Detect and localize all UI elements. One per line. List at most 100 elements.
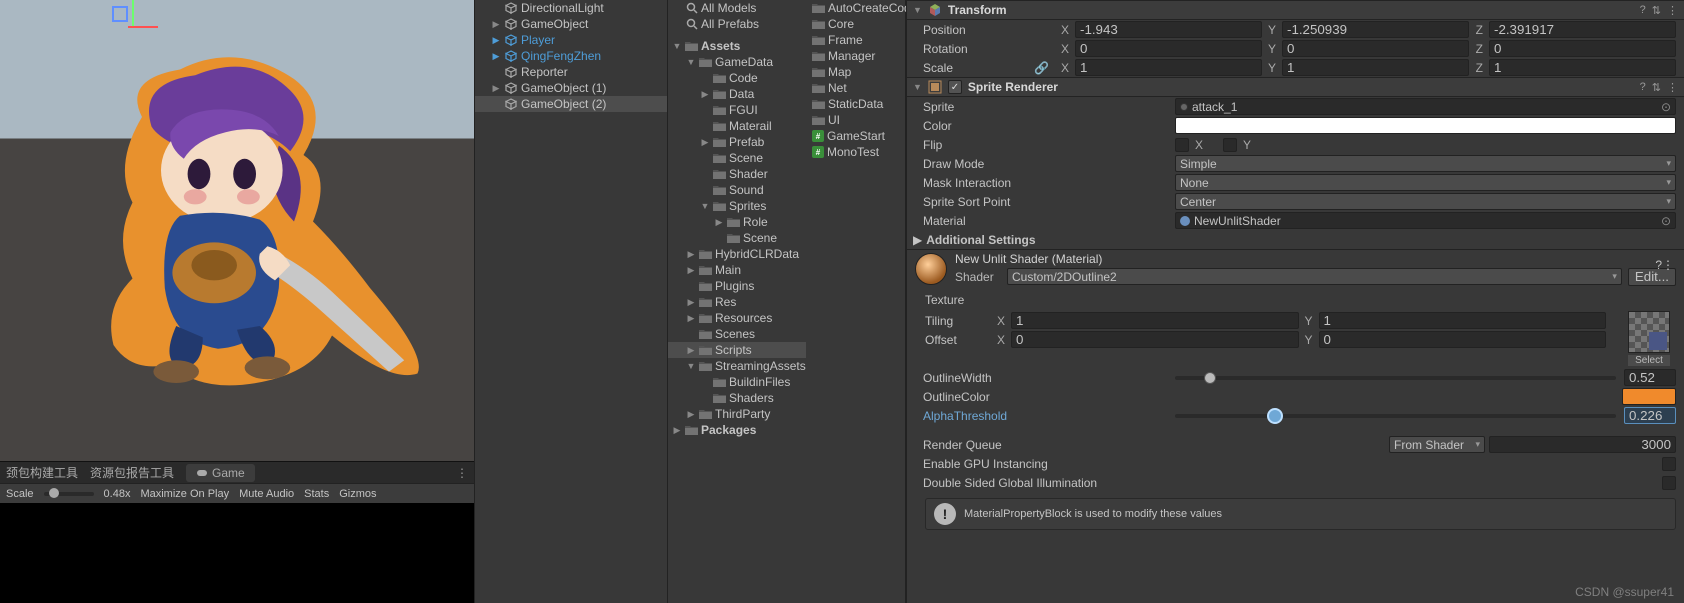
gizmos-toggle[interactable]: Gizmos bbox=[339, 488, 376, 500]
foldout-icon[interactable]: ▼ bbox=[672, 41, 682, 51]
foldout-icon[interactable]: ▶ bbox=[686, 313, 696, 324]
object-picker-icon[interactable]: ⊙ bbox=[1661, 214, 1671, 228]
project-tree-item[interactable]: ▶Main bbox=[668, 262, 806, 278]
object-picker-icon[interactable]: ⊙ bbox=[1661, 100, 1671, 114]
project-item[interactable]: Frame bbox=[806, 32, 905, 48]
sprite-field[interactable]: attack_1⊙ bbox=[1175, 98, 1676, 115]
tab-build-tool[interactable]: 颈包构建工具 bbox=[6, 464, 78, 481]
scale-z-input[interactable] bbox=[1489, 59, 1676, 76]
foldout-icon[interactable]: ▶ bbox=[686, 265, 696, 276]
preset-icon[interactable]: ⇅ bbox=[1652, 4, 1661, 17]
game-render-area[interactable] bbox=[0, 503, 474, 603]
rotation-x-input[interactable] bbox=[1075, 40, 1262, 57]
outline-width-input[interactable] bbox=[1624, 369, 1676, 386]
scale-y-input[interactable] bbox=[1282, 59, 1469, 76]
foldout-icon[interactable]: ▶ bbox=[913, 233, 922, 247]
project-item[interactable]: Manager bbox=[806, 48, 905, 64]
preset-icon[interactable]: ⇅ bbox=[1652, 81, 1661, 94]
project-tree-item[interactable]: Shader bbox=[668, 166, 806, 182]
foldout-icon[interactable]: ▼ bbox=[913, 5, 922, 15]
tab-menu-icon[interactable]: ⋮ bbox=[456, 466, 468, 480]
color-field[interactable]: ✎ bbox=[1175, 117, 1676, 134]
tiling-y-input[interactable] bbox=[1319, 312, 1607, 329]
tab-game[interactable]: Game bbox=[186, 464, 255, 482]
project-filter-item[interactable]: All Models bbox=[668, 0, 806, 16]
render-queue-input[interactable] bbox=[1489, 436, 1676, 453]
alpha-threshold-input[interactable] bbox=[1624, 407, 1676, 424]
material-field[interactable]: NewUnlitShader⊙ bbox=[1175, 212, 1676, 229]
menu-icon[interactable]: ⋮ bbox=[1667, 4, 1678, 17]
project-tree-item[interactable]: Scenes bbox=[668, 326, 806, 342]
foldout-icon[interactable]: ▶ bbox=[672, 425, 682, 436]
flip-x-checkbox[interactable] bbox=[1175, 138, 1189, 152]
project-item[interactable]: #MonoTest bbox=[806, 144, 905, 160]
help-icon[interactable]: ? bbox=[1640, 4, 1646, 17]
tiling-x-input[interactable] bbox=[1011, 312, 1299, 329]
project-tree-item[interactable]: ▶Role bbox=[668, 214, 806, 230]
sprite-renderer-header[interactable]: ▼ ✓ Sprite Renderer ?⇅⋮ bbox=[907, 77, 1684, 97]
project-root-assets[interactable]: ▼ Assets bbox=[668, 38, 806, 54]
position-y-input[interactable] bbox=[1282, 21, 1469, 38]
component-enabled-checkbox[interactable]: ✓ bbox=[948, 80, 962, 94]
project-tree-item[interactable]: ▶Resources bbox=[668, 310, 806, 326]
foldout-icon[interactable]: ▶ bbox=[714, 217, 724, 228]
foldout-icon[interactable]: ▶ bbox=[686, 297, 696, 308]
scene-viewport[interactable] bbox=[0, 0, 474, 461]
foldout-icon[interactable]: ▶ bbox=[700, 137, 710, 148]
help-icon[interactable]: ? bbox=[1640, 81, 1646, 94]
project-tree-item[interactable]: ▶Prefab bbox=[668, 134, 806, 150]
project-tree-item[interactable]: ▶HybridCLRData bbox=[668, 246, 806, 262]
offset-x-input[interactable] bbox=[1011, 331, 1299, 348]
help-icon[interactable]: ? bbox=[1655, 258, 1662, 272]
maximize-toggle[interactable]: Maximize On Play bbox=[140, 488, 229, 500]
project-tree-item[interactable]: ▶Scripts bbox=[668, 342, 806, 358]
texture-select-button[interactable]: Select bbox=[1628, 355, 1670, 366]
project-item[interactable]: #GameStart bbox=[806, 128, 905, 144]
project-packages[interactable]: ▶ Packages bbox=[668, 422, 806, 438]
project-tree-item[interactable]: ▶ThirdParty bbox=[668, 406, 806, 422]
project-tree-item[interactable]: Materail bbox=[668, 118, 806, 134]
project-item[interactable]: AutoCreateCode bbox=[806, 0, 905, 16]
draw-mode-dropdown[interactable]: Simple▾ bbox=[1175, 155, 1676, 172]
stats-toggle[interactable]: Stats bbox=[304, 488, 329, 500]
outline-width-slider[interactable] bbox=[1175, 376, 1616, 380]
foldout-icon[interactable]: ▶ bbox=[700, 89, 710, 100]
foldout-icon[interactable]: ▼ bbox=[700, 201, 710, 211]
dsgi-checkbox[interactable] bbox=[1662, 476, 1676, 490]
sort-point-dropdown[interactable]: Center▾ bbox=[1175, 193, 1676, 210]
foldout-icon[interactable]: ▶ bbox=[686, 409, 696, 420]
project-tree-item[interactable]: Scene bbox=[668, 230, 806, 246]
render-queue-dropdown[interactable]: From Shader▾ bbox=[1389, 436, 1485, 453]
link-icon[interactable]: 🔗 bbox=[1034, 61, 1049, 75]
hierarchy-item[interactable]: ▶GameObject (1) bbox=[475, 80, 667, 96]
shader-dropdown[interactable]: Custom/2DOutline2▾ bbox=[1007, 268, 1622, 285]
project-item[interactable]: StaticData bbox=[806, 96, 905, 112]
foldout-icon[interactable]: ▶ bbox=[491, 83, 501, 94]
scale-slider[interactable] bbox=[44, 492, 94, 496]
menu-icon[interactable]: ⋮ bbox=[1662, 258, 1674, 272]
foldout-icon[interactable]: ▼ bbox=[686, 57, 696, 67]
menu-icon[interactable]: ⋮ bbox=[1667, 81, 1678, 94]
project-item[interactable]: Net bbox=[806, 80, 905, 96]
project-item[interactable]: Core bbox=[806, 16, 905, 32]
hierarchy-item[interactable]: Reporter bbox=[475, 64, 667, 80]
project-tree-item[interactable]: BuildinFiles bbox=[668, 374, 806, 390]
project-tree-item[interactable]: Scene bbox=[668, 150, 806, 166]
flip-y-checkbox[interactable] bbox=[1223, 138, 1237, 152]
project-tree-item[interactable]: FGUI bbox=[668, 102, 806, 118]
rotation-z-input[interactable] bbox=[1489, 40, 1676, 57]
foldout-icon[interactable]: ▼ bbox=[686, 361, 696, 371]
outline-color-field[interactable] bbox=[1622, 388, 1676, 405]
foldout-icon[interactable]: ▼ bbox=[913, 82, 922, 92]
mute-toggle[interactable]: Mute Audio bbox=[239, 488, 294, 500]
project-tree-item[interactable]: Code bbox=[668, 70, 806, 86]
scale-x-input[interactable] bbox=[1075, 59, 1262, 76]
position-x-input[interactable] bbox=[1075, 21, 1262, 38]
additional-settings-label[interactable]: Additional Settings bbox=[926, 233, 1035, 247]
alpha-threshold-slider[interactable] bbox=[1175, 414, 1616, 418]
foldout-icon[interactable]: ▶ bbox=[686, 249, 696, 260]
project-filter-item[interactable]: All Prefabs bbox=[668, 16, 806, 32]
rotation-y-input[interactable] bbox=[1282, 40, 1469, 57]
tab-report-tool[interactable]: 资源包报告工具 bbox=[90, 464, 174, 481]
hierarchy-item[interactable]: ▶Player bbox=[475, 32, 667, 48]
